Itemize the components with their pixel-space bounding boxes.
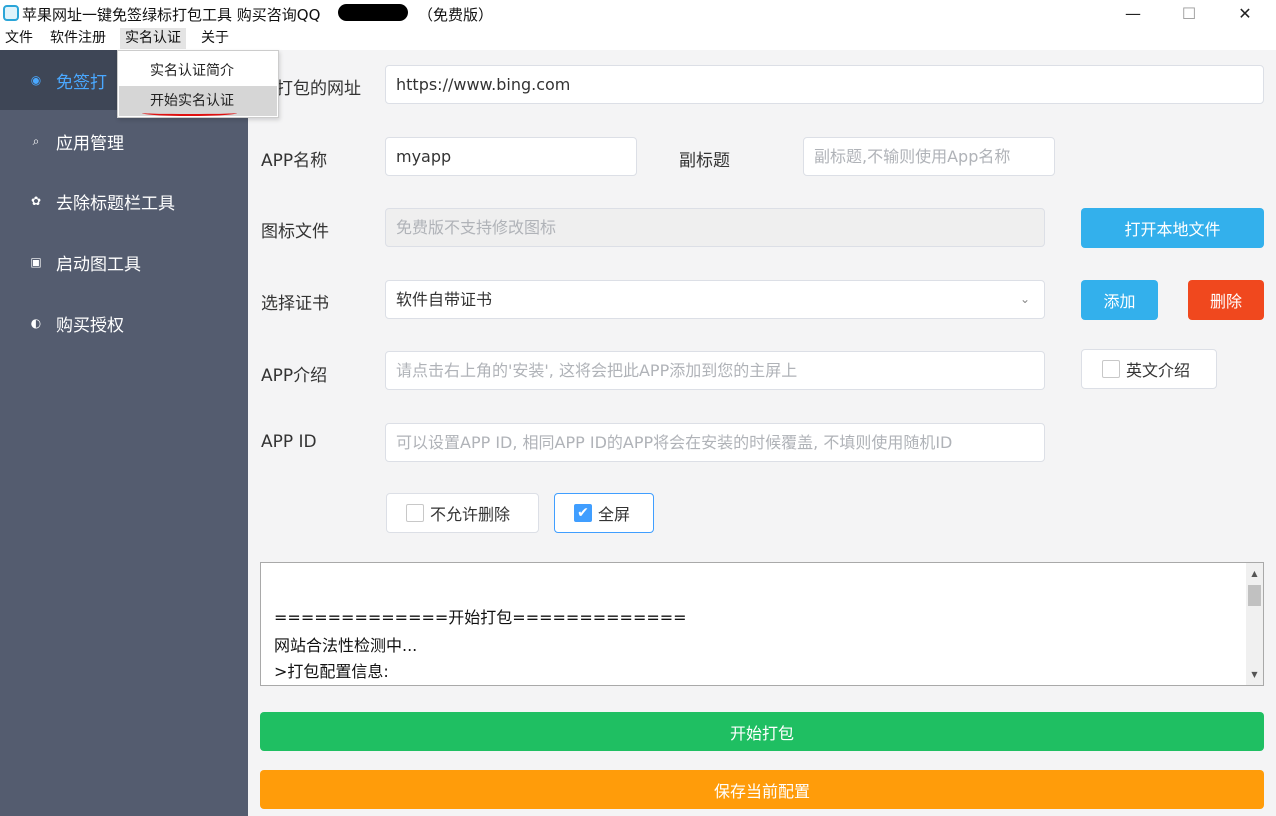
app-intro-input[interactable]: 请点击右上角的'安装', 这将会把此APP添加到您的主屏上 [385, 351, 1045, 390]
real-name-auth-dropdown: 实名认证简介 开始实名认证 [117, 50, 279, 118]
start-pack-button[interactable]: 开始打包 [260, 712, 1264, 751]
url-label: 打包的网址 [276, 79, 361, 99]
log-scrollbar[interactable]: ▲ ▼ [1246, 563, 1263, 685]
scroll-up-icon[interactable]: ▲ [1246, 565, 1263, 582]
fullscreen-label: 全屏 [598, 505, 631, 524]
log-line: >打包配置信息: [274, 662, 389, 681]
menu-real-name-auth[interactable]: 实名认证 [120, 28, 186, 49]
scroll-thumb[interactable] [1248, 585, 1261, 606]
english-intro-checkbox[interactable]: 英文介绍 [1081, 349, 1217, 389]
sidebar-item-splash-tool[interactable]: ▣ 启动图工具 [0, 232, 248, 292]
fullscreen-checkbox[interactable]: ✔ 全屏 [554, 493, 654, 533]
sidebar-item-app-management[interactable]: ⌕ 应用管理 [0, 111, 248, 171]
icon-file-input: 免费版不支持修改图标 [385, 208, 1045, 247]
log-line: 网站合法性检测中... [274, 636, 418, 655]
checkbox-box [1102, 360, 1120, 378]
app-icon [3, 5, 19, 21]
info-icon: ◐ [30, 316, 42, 330]
certificate-select[interactable]: 软件自带证书 ⌄ [385, 280, 1045, 319]
scroll-down-icon[interactable]: ▼ [1246, 666, 1263, 683]
red-underline-annotation [142, 110, 237, 116]
add-certificate-button[interactable]: 添加 [1081, 280, 1158, 320]
menu-bar: 文件 软件注册 实名认证 关于 [0, 27, 1276, 50]
sidebar-item-label: 购买授权 [56, 315, 124, 336]
log-line: =============开始打包============= [274, 608, 687, 627]
search-icon: ⌕ [32, 133, 40, 148]
icon-file-label: 图标文件 [261, 222, 329, 242]
save-config-button[interactable]: 保存当前配置 [260, 770, 1264, 809]
sidebar-item-buy-license[interactable]: ◐ 购买授权 [0, 293, 248, 353]
log-output[interactable]: =============开始打包============= 网站合法性检测中.… [260, 562, 1264, 686]
subtitle-label: 副标题 [679, 151, 730, 171]
sidebar-item-label: 免签打 [56, 72, 107, 93]
minimize-button[interactable]: — [1110, 0, 1156, 27]
open-local-file-button[interactable]: 打开本地文件 [1081, 208, 1264, 248]
no-delete-checkbox[interactable]: 不允许删除 [386, 493, 539, 533]
no-delete-label: 不允许删除 [430, 505, 511, 524]
checkbox-box [406, 504, 424, 522]
certificate-select-value: 软件自带证书 [396, 290, 493, 309]
menu-item-real-name-intro[interactable]: 实名认证简介 [119, 56, 277, 86]
sidebar-item-label: 去除标题栏工具 [56, 193, 175, 214]
menu-about[interactable]: 关于 [196, 28, 234, 49]
app-id-input[interactable]: 可以设置APP ID, 相同APP ID的APP将会在安装的时候覆盖, 不填则使… [385, 423, 1045, 462]
app-name-input[interactable]: myapp [385, 137, 637, 176]
redacted-qq-number [338, 4, 408, 21]
sidebar-item-label: 应用管理 [56, 133, 124, 154]
sidebar-item-label: 启动图工具 [56, 254, 141, 275]
delete-certificate-button[interactable]: 删除 [1188, 280, 1264, 320]
url-input[interactable]: https://www.bing.com [385, 65, 1264, 104]
app-name-label: APP名称 [261, 151, 328, 171]
english-intro-label: 英文介绍 [1126, 361, 1191, 380]
title-bar: 苹果网址一键免签绿标打包工具 购买咨询QQ （免费版） — ☐ ✕ [0, 0, 1276, 27]
sidebar-item-remove-titlebar-tool[interactable]: ✿ 去除标题栏工具 [0, 171, 248, 231]
window-title-suffix: （免费版） [418, 6, 494, 24]
gear-icon: ✿ [30, 194, 42, 208]
window-title: 苹果网址一键免签绿标打包工具 购买咨询QQ [22, 6, 321, 24]
dashboard-icon: ◉ [30, 73, 42, 87]
close-button[interactable]: ✕ [1222, 0, 1268, 27]
menu-software-register[interactable]: 软件注册 [45, 28, 111, 49]
subtitle-input[interactable]: 副标题,不输则使用App名称 [803, 137, 1055, 176]
chevron-down-icon: ⌄ [1019, 292, 1030, 306]
certificate-label: 选择证书 [261, 294, 329, 314]
app-intro-label: APP介绍 [261, 366, 328, 386]
menu-file[interactable]: 文件 [0, 28, 38, 49]
image-icon: ▣ [30, 255, 42, 269]
maximize-button[interactable]: ☐ [1166, 0, 1212, 27]
app-id-label: APP ID [261, 432, 317, 452]
sidebar: ◉ 免签打 ⌕ 应用管理 ✿ 去除标题栏工具 ▣ 启动图工具 ◐ 购买授权 [0, 50, 248, 816]
checkmark-icon: ✔ [574, 504, 592, 522]
